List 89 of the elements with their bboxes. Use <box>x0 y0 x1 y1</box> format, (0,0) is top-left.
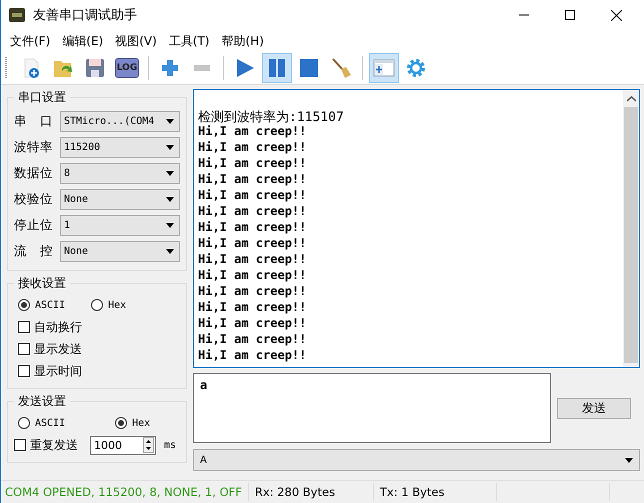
received-line: Hi,I am creep!! <box>198 332 308 348</box>
radio-button[interactable] <box>115 417 128 429</box>
received-line: Hi,I am creep!! <box>198 156 308 172</box>
pause-icon <box>266 57 288 79</box>
settings-icon <box>405 57 427 79</box>
dropdown[interactable]: STMicro...(COM4 <box>60 110 180 132</box>
menu-item[interactable]: 文件(F) <box>9 32 52 50</box>
checkbox-label: 显示发送 <box>34 340 82 358</box>
pause-button[interactable] <box>262 53 292 83</box>
checkbox-label: 重复发送 <box>30 436 78 454</box>
menu-item[interactable]: 编辑(E) <box>61 32 104 50</box>
interval-spinbox[interactable]: 1000 <box>90 436 156 454</box>
menu-item[interactable]: 工具(T) <box>168 32 210 50</box>
field-label: 数据位 <box>14 164 54 182</box>
maximize-icon[interactable] <box>565 10 575 20</box>
stop-icon <box>298 57 320 79</box>
radio-option[interactable]: ASCII <box>18 299 66 311</box>
send-button[interactable]: 发送 <box>557 398 631 418</box>
play-icon <box>234 57 256 79</box>
group-title: 接收设置 <box>17 275 67 292</box>
app-logo-icon <box>9 8 25 22</box>
radio-label: ASCII <box>35 300 66 310</box>
checkbox[interactable] <box>18 321 30 333</box>
dropdown[interactable]: 8 <box>60 162 180 184</box>
field-label: 校验位 <box>14 190 54 208</box>
dropdown-arrow-icon <box>166 196 174 202</box>
plus-icon <box>159 57 181 79</box>
receive-text-area[interactable] <box>193 89 640 368</box>
received-line: Hi,I am creep!! <box>198 220 308 236</box>
unit-label: ms <box>164 440 176 450</box>
window-layout-icon <box>373 57 395 79</box>
received-line: Hi,I am creep!! <box>198 204 308 220</box>
field-label: 串 口 <box>14 112 54 130</box>
dropdown[interactable]: 115200 <box>60 136 180 158</box>
toolbar-grip-icon <box>5 57 8 79</box>
dropdown-arrow-icon <box>625 458 633 462</box>
received-line: Hi,I am creep!! <box>198 140 308 156</box>
tx-counter: Tx: 1 Bytes <box>374 483 497 501</box>
field-label: 波特率 <box>14 138 54 156</box>
checkbox[interactable] <box>14 439 26 451</box>
dropdown-arrow-icon <box>166 222 174 228</box>
send-history-dropdown[interactable]: A <box>193 449 640 471</box>
rx-counter: Rx: 280 Bytes <box>248 483 374 501</box>
received-line: Hi,I am creep!! <box>198 316 308 332</box>
log-button[interactable]: LOG <box>112 53 142 83</box>
received-line: Hi,I am creep!! <box>198 172 308 188</box>
radio-button[interactable] <box>18 299 30 311</box>
radio-button[interactable] <box>91 299 104 311</box>
checkbox[interactable] <box>18 365 30 377</box>
menu-item[interactable]: 帮助(H) <box>220 32 265 50</box>
dropdown[interactable]: None <box>60 188 180 210</box>
received-line: Hi,I am creep!! <box>198 124 308 140</box>
minus-icon <box>194 65 210 71</box>
received-line: Hi,I am creep!! <box>198 188 308 204</box>
broom-icon <box>330 57 352 79</box>
spin-arrows-icon[interactable] <box>143 437 154 453</box>
layout-button[interactable] <box>369 53 399 83</box>
dropdown-arrow-icon <box>166 144 174 150</box>
received-line: Hi,I am creep!! <box>198 268 308 284</box>
checkbox[interactable] <box>18 343 30 355</box>
field-label: 流 控 <box>14 242 54 260</box>
received-line: Hi,I am creep!! <box>198 300 308 316</box>
dropdown-arrow-icon <box>166 118 174 124</box>
received-line: Hi,I am creep!! <box>198 236 308 252</box>
close-icon[interactable] <box>611 10 622 20</box>
received-line: Hi,I am creep!! <box>198 252 308 268</box>
vertical-scrollbar[interactable] <box>623 90 639 367</box>
radio-label: Hex <box>108 300 126 310</box>
send-text-field[interactable]: a <box>193 373 551 443</box>
radio-label: Hex <box>132 418 150 428</box>
radio-button[interactable] <box>18 417 30 429</box>
received-line: Hi,I am creep!! <box>198 348 308 364</box>
log-icon: LOG <box>114 58 140 78</box>
window-title: 友善串口调试助手 <box>33 7 138 24</box>
radio-label: ASCII <box>35 418 66 428</box>
checkbox-label: 显示时间 <box>34 362 82 380</box>
dropdown-arrow-icon <box>166 248 174 254</box>
field-label: 停止位 <box>14 216 54 234</box>
group-title: 串口设置 <box>17 89 67 106</box>
received-line: 检测到波特率为:115107 <box>198 109 345 124</box>
dropdown[interactable]: 1 <box>60 214 180 236</box>
menu-item[interactable]: 视图(V) <box>114 32 158 50</box>
checkbox-label: 自动换行 <box>34 318 82 336</box>
group-title: 发送设置 <box>17 393 67 410</box>
radio-option[interactable]: Hex <box>91 299 126 311</box>
dropdown-arrow-icon <box>166 170 174 176</box>
connection-status: COM4 OPENED, 115200, 8, NONE, 1, OFF <box>1 483 249 501</box>
received-line: Hi,I am creep!! <box>198 284 308 300</box>
dropdown[interactable]: None <box>60 240 180 262</box>
